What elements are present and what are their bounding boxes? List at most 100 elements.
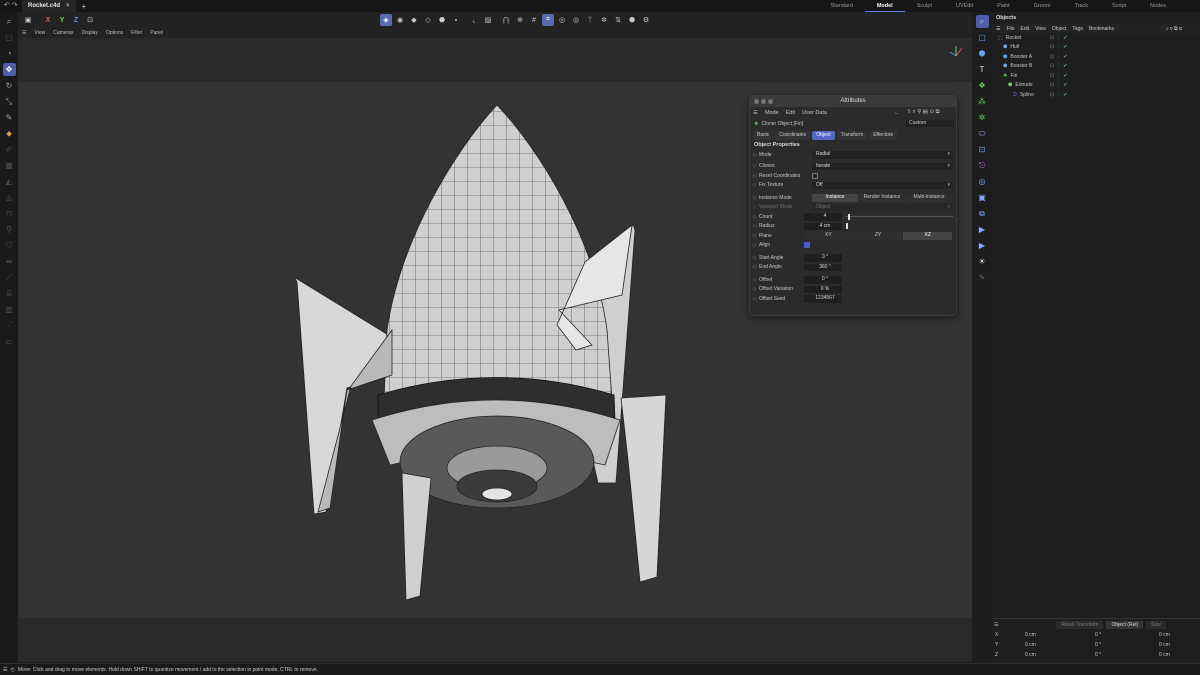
grid-icon[interactable]: # bbox=[528, 14, 540, 26]
visibility-flags[interactable]: ⊡ ⋮ ✔ bbox=[1050, 73, 1067, 79]
object-row[interactable]: ⬢ Booster B ⊡ ⋮ ✔ bbox=[992, 62, 1200, 72]
menu-display[interactable]: Display bbox=[78, 30, 102, 36]
plane-xy-option[interactable]: XY bbox=[804, 232, 853, 240]
preset-dropdown[interactable]: Custom bbox=[906, 119, 954, 128]
size-dropdown[interactable]: Size bbox=[1146, 620, 1166, 629]
move-tool-icon[interactable]: ✥ bbox=[2, 63, 16, 76]
live-select-icon[interactable]: ◔ bbox=[3, 47, 16, 60]
menu-file[interactable]: File bbox=[1006, 26, 1014, 32]
menu-options[interactable]: Options bbox=[102, 30, 127, 36]
keyframe-icon[interactable]: ◇ bbox=[750, 163, 759, 169]
rotation-input[interactable]: 0 ° bbox=[1095, 632, 1101, 638]
cube-icon[interactable]: ▢ bbox=[976, 31, 989, 44]
rotation-input[interactable]: 0 ° bbox=[1095, 642, 1101, 648]
document-tab[interactable]: Rocket.c4d × bbox=[22, 0, 76, 12]
scene-icon[interactable]: ⧉ bbox=[976, 207, 989, 220]
offset-variation-input[interactable]: 0 % bbox=[804, 285, 842, 293]
polygon-mode-icon[interactable]: ⬣ bbox=[436, 14, 448, 26]
layout-groom[interactable]: Groom bbox=[1022, 0, 1063, 12]
back-arrow-icon[interactable]: ← bbox=[894, 110, 900, 116]
tab-transform[interactable]: Transform bbox=[836, 130, 868, 140]
align-checkbox[interactable] bbox=[804, 242, 810, 249]
axis-z-toggle[interactable]: Z bbox=[70, 14, 82, 26]
visibility-flags[interactable]: ⊡ ⋮ ✔ bbox=[1050, 35, 1067, 41]
coordinate-system-icon[interactable]: ⊡ bbox=[84, 14, 96, 26]
script-icon[interactable]: ⚙ bbox=[640, 14, 652, 26]
size-input[interactable]: 0 cm bbox=[1159, 632, 1170, 638]
snap-icon[interactable]: ⋂ bbox=[500, 14, 512, 26]
window-controls[interactable] bbox=[754, 99, 773, 104]
keyframe-icon[interactable]: ◇ bbox=[750, 286, 759, 292]
position-input[interactable]: 0 cm bbox=[1025, 652, 1036, 658]
solo-icon[interactable]: ▨ bbox=[482, 14, 494, 26]
keyframe-icon[interactable]: ◇ bbox=[750, 195, 759, 201]
bridge-tool-icon[interactable]: ⊓ bbox=[3, 207, 16, 220]
object-row[interactable]: ⬢ Extrude ⊡ ⋮ ✔ bbox=[992, 81, 1200, 91]
layout-standard[interactable]: Standard bbox=[818, 0, 864, 12]
fix-dropdown[interactable]: Off bbox=[812, 181, 953, 189]
menu-bookmarks[interactable]: Bookmarks bbox=[1089, 26, 1114, 32]
keyframe-icon[interactable]: ◇ bbox=[750, 182, 759, 188]
extrude-tool-icon[interactable]: ▦ bbox=[3, 159, 16, 172]
primitive-icon[interactable]: ⬢ bbox=[976, 47, 989, 60]
visibility-flags[interactable]: ⊡ ⋮ ✔ bbox=[1050, 92, 1067, 98]
keyframe-icon[interactable]: ◇ bbox=[750, 264, 759, 270]
layout-sculpt[interactable]: Sculpt bbox=[905, 0, 944, 12]
rotation-input[interactable]: 0 ° bbox=[1095, 652, 1101, 658]
objects-menu-icon[interactable]: ☰ bbox=[996, 26, 1000, 32]
menu-cameras[interactable]: Cameras bbox=[49, 30, 77, 36]
menu-object[interactable]: Object bbox=[1052, 26, 1066, 32]
instance-option[interactable]: Instance bbox=[812, 194, 858, 202]
layout-uvedit[interactable]: UVEdit bbox=[944, 0, 985, 12]
keyframe-icon[interactable]: ◇ bbox=[750, 255, 759, 261]
light-icon[interactable]: ☀ bbox=[976, 255, 989, 268]
keyframe-icon[interactable]: ◇ bbox=[750, 242, 759, 248]
weld-tool-icon[interactable]: ⚲ bbox=[3, 223, 16, 236]
pen-icon[interactable]: ✎ bbox=[976, 271, 989, 284]
picture-viewer-icon[interactable]: ▶ bbox=[976, 239, 989, 252]
render-icon[interactable]: ◎ bbox=[570, 14, 582, 26]
object-row[interactable]: ⬢ Booster A ⊡ ⋮ ✔ bbox=[992, 52, 1200, 62]
render-instance-option[interactable]: Render Instance bbox=[859, 194, 905, 202]
end-angle-input[interactable]: 360 ° bbox=[804, 263, 842, 271]
menu-panel[interactable]: Panel bbox=[146, 30, 167, 36]
tab-coordinates[interactable]: Coordinates bbox=[775, 130, 811, 140]
cube-menu-icon[interactable]: ⬢ bbox=[626, 14, 638, 26]
layout-script[interactable]: Script bbox=[1100, 0, 1138, 12]
menu-tags[interactable]: Tags bbox=[1072, 26, 1083, 32]
camera-icon[interactable]: ▣ bbox=[976, 191, 989, 204]
menu-view[interactable]: View bbox=[30, 30, 49, 36]
keyframe-icon[interactable]: ◇ bbox=[750, 277, 759, 283]
point-mode-icon[interactable]: ◆ bbox=[408, 14, 420, 26]
workplane-icon[interactable]: ⌗ bbox=[542, 14, 554, 26]
position-input[interactable]: 0 cm bbox=[1025, 632, 1036, 638]
stitch-tool-icon[interactable]: ⌸ bbox=[3, 287, 16, 300]
start-angle-input[interactable]: 0 ° bbox=[804, 254, 842, 262]
keyframe-icon[interactable]: ◇ bbox=[750, 214, 759, 220]
loop-cut-icon[interactable]: ◬ bbox=[3, 191, 16, 204]
radius-slider[interactable] bbox=[846, 223, 953, 229]
visibility-flags[interactable]: ⊡ ⋮ ✔ bbox=[1050, 63, 1067, 69]
render-view-icon[interactable]: ◎ bbox=[556, 14, 568, 26]
spin-edge-icon[interactable]: ⋰ bbox=[3, 319, 16, 332]
effector-icon[interactable]: ✲ bbox=[976, 111, 989, 124]
offset-input[interactable]: 0 ° bbox=[804, 276, 842, 284]
object-row[interactable]: ⬢ Hull ⊡ ⋮ ✔ bbox=[992, 43, 1200, 53]
texture-mode-icon[interactable]: ◉ bbox=[394, 14, 406, 26]
menu-mode[interactable]: Mode bbox=[765, 110, 779, 116]
position-input[interactable]: 0 cm bbox=[1025, 642, 1036, 648]
menu-view[interactable]: View bbox=[1035, 26, 1046, 32]
coordinates-menu-icon[interactable]: ☰ bbox=[994, 622, 998, 628]
scale-tool-icon[interactable]: ⤡ bbox=[3, 95, 16, 108]
keyframe-icon[interactable]: ◇ bbox=[750, 173, 759, 179]
count-slider[interactable] bbox=[846, 213, 953, 220]
undo-icon[interactable]: ↶ ↷ bbox=[4, 1, 18, 9]
search-icon[interactable]: ⌕ bbox=[3, 15, 16, 28]
brush-tool-icon[interactable]: ⬥ bbox=[3, 127, 16, 140]
space-dropdown[interactable]: Object (Rel) bbox=[1106, 620, 1144, 629]
axis-y-toggle[interactable]: Y bbox=[56, 14, 68, 26]
menu-filter[interactable]: Filter bbox=[127, 30, 146, 36]
palette-icon[interactable]: ⌕ bbox=[975, 15, 989, 28]
keyframe-icon[interactable]: ◇ bbox=[750, 233, 759, 239]
objects-panel[interactable]: Objects ☰ File Edit View Object Tags Boo… bbox=[992, 12, 1200, 618]
